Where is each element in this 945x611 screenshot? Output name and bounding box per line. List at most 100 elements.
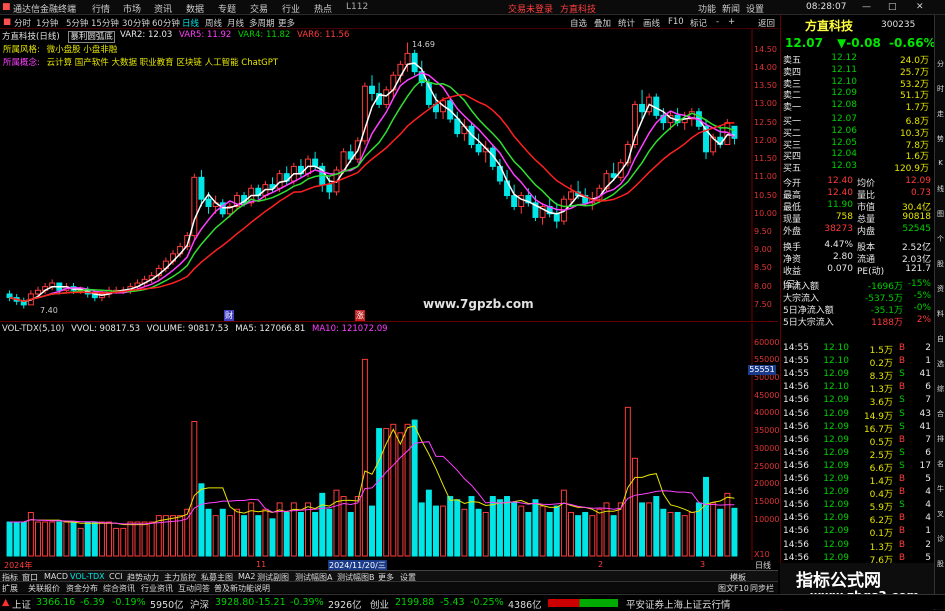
indicator-tab[interactable]: CCI: [109, 572, 123, 581]
sidebar-tab[interactable]: 线: [936, 184, 945, 194]
tick-row[interactable]: 14:56 12.09 14.9万 S 43: [781, 409, 935, 422]
volume-chart[interactable]: VOL-TDX(5,10) VVOL: 90817.53 VOLUME: 908…: [0, 323, 779, 560]
menu-item[interactable]: 行情: [92, 2, 110, 15]
sidebar-tab[interactable]: 选: [936, 359, 945, 369]
info-tab[interactable]: 互动问答: [178, 583, 210, 594]
tick-row[interactable]: 14:55 12.10 0.2万 B 1: [781, 356, 935, 369]
style-value[interactable]: 微小盘股 小盘非融: [47, 45, 118, 55]
tick-row[interactable]: 14:56 12.09 2.5万 S 6: [781, 448, 935, 461]
menu-item[interactable]: 交易: [250, 2, 268, 15]
sync-button[interactable]: 同步栏: [750, 583, 774, 594]
period-tab-active[interactable]: 日线: [182, 17, 199, 29]
toolbar-button[interactable]: 统计: [618, 17, 635, 29]
stat2-row[interactable]: 净资 2.80 流通 2.03亿: [781, 252, 935, 265]
bid-row[interactable]: 买三 12.05 7.8万: [781, 138, 935, 151]
ask-row[interactable]: 卖四 12.11 25.7万: [781, 65, 935, 78]
sidebar-tab[interactable]: 综: [936, 384, 945, 394]
sidebar-tab[interactable]: 资: [936, 284, 945, 294]
tick-row[interactable]: 14:56 12.09 1.3万 B 2: [781, 540, 935, 553]
period-tab[interactable]: 1分钟: [36, 17, 58, 29]
ask-row[interactable]: 卖三 12.10 53.2万: [781, 77, 935, 90]
sidebar-tab[interactable]: 个: [936, 234, 945, 244]
sidebar-tab[interactable]: K: [936, 159, 945, 167]
bid-row[interactable]: 买四 12.04 1.6万: [781, 149, 935, 162]
close-icon[interactable]: ✕: [916, 2, 924, 12]
stat2-row[interactable]: 收益(三) 0.070 PE(动) 121.7: [781, 264, 935, 290]
period-tab[interactable]: 60分钟: [152, 17, 180, 29]
event-marker-finance[interactable]: 财: [224, 310, 234, 321]
stat-row[interactable]: 外盘 38273 内盘 52545: [781, 224, 935, 237]
flow-row[interactable]: 净流入额 -1696万 -15%: [781, 279, 935, 292]
period-tab[interactable]: 5分钟: [66, 17, 88, 29]
period-tab[interactable]: 分时: [14, 17, 31, 29]
info-tab[interactable]: 资金分布: [66, 583, 98, 594]
bid-row[interactable]: 买二 12.06 10.3万: [781, 126, 935, 139]
stat-row[interactable]: 最低 11.90 市值 30.4亿: [781, 200, 935, 213]
bid-row[interactable]: 买一 12.07 6.8万: [781, 114, 935, 127]
stat-row[interactable]: 今开 12.40 均价 12.09: [781, 176, 935, 189]
flow-row[interactable]: 5日净流入额 -35.1万 -0%: [781, 303, 935, 316]
menu-item[interactable]: 数据: [186, 2, 204, 15]
tick-row[interactable]: 14:56 12.09 1.4万 B 5: [781, 474, 935, 487]
sidebar-tab[interactable]: 排: [936, 434, 945, 444]
period-tab[interactable]: 月线: [227, 17, 244, 29]
f10-button[interactable]: 图文F10: [718, 583, 749, 594]
price-chart[interactable]: 方直科技(日线) 暴利圆弧底 VAR2: 12.03 VAR5: 11.92 V…: [0, 29, 778, 322]
bid-row[interactable]: 买五 12.03 120.9万: [781, 161, 935, 174]
menu-item[interactable]: 设置: [746, 2, 764, 15]
toolbar-button[interactable]: 标记: [690, 17, 707, 29]
concept-value[interactable]: 云计算 国产软件 大数据 职业教育 区块链 人工智能 ChatGPT: [47, 58, 278, 68]
sidebar-tab[interactable]: 自: [936, 334, 945, 344]
stat-row[interactable]: 现量 758 总量 90818: [781, 212, 935, 225]
sidebar-tab[interactable]: 合: [936, 409, 945, 419]
info-tab[interactable]: 行业资讯: [141, 583, 173, 594]
menu-item[interactable]: 专题: [218, 2, 236, 15]
indicator-name[interactable]: 暴利圆弧底: [68, 31, 115, 43]
toolbar-button[interactable]: 自选: [570, 17, 587, 29]
period-tab[interactable]: 多周期: [249, 17, 275, 29]
period-tab[interactable]: 15分钟: [91, 17, 119, 29]
tick-row[interactable]: 14:56 12.09 6.6万 S 17: [781, 461, 935, 474]
sidebar-tab[interactable]: 走: [936, 109, 945, 119]
tick-row[interactable]: 14:55 12.09 8.3万 S 41: [781, 369, 935, 382]
tick-row[interactable]: 14:55 12.10 1.5万 B 2: [781, 343, 935, 356]
ask-row[interactable]: 卖五 12.12 24.0万: [781, 53, 935, 66]
sidebar-tab[interactable]: 股: [936, 559, 945, 569]
menu-item[interactable]: 功能: [698, 2, 716, 15]
tick-row[interactable]: 14:56 12.09 6.2万 B 4: [781, 513, 935, 526]
sidebar-tab[interactable]: 势: [936, 134, 945, 144]
event-marker-limit-up[interactable]: 涨: [355, 310, 365, 321]
toolbar-button[interactable]: 画线: [643, 17, 660, 29]
info-tab[interactable]: 扩展: [2, 583, 18, 594]
sidebar-tab[interactable]: 诊: [936, 534, 945, 544]
sidebar-tab[interactable]: 料: [936, 309, 945, 319]
info-tab[interactable]: 普及新功能说明: [214, 583, 270, 594]
stat2-row[interactable]: 换手 4.47% 股本 2.52亿: [781, 240, 935, 253]
tick-row[interactable]: 14:56 12.09 0.1万 B 1: [781, 526, 935, 539]
maximize-icon[interactable]: □: [888, 2, 897, 12]
tick-row[interactable]: 14:56 12.09 0.5万 B 7: [781, 435, 935, 448]
flow-row[interactable]: 5日大宗流入 1188万 2%: [781, 315, 935, 328]
period-tab[interactable]: 30分钟: [122, 17, 150, 29]
tick-row[interactable]: 14:56 12.10 1.3万 B 6: [781, 382, 935, 395]
stat-row[interactable]: 最高 12.40 量比 0.73: [781, 188, 935, 201]
period-tab[interactable]: 周线: [205, 17, 222, 29]
menu-item[interactable]: 热点: [314, 2, 332, 15]
menu-item[interactable]: L112: [346, 2, 368, 12]
info-tab[interactable]: 关联报价: [28, 583, 60, 594]
ask-row[interactable]: 卖二 12.09 51.1万: [781, 88, 935, 101]
back-button[interactable]: 返回: [758, 17, 775, 29]
menu-item[interactable]: 市场: [123, 2, 141, 15]
sidebar-tab[interactable]: 分: [936, 59, 945, 69]
sidebar-tab[interactable]: 名: [936, 459, 945, 469]
volume-title[interactable]: VOL-TDX(5,10): [2, 324, 64, 334]
minimize-icon[interactable]: —: [862, 2, 871, 12]
sidebar-tab[interactable]: 图: [936, 209, 945, 219]
indicator-tab[interactable]: MA2: [238, 572, 255, 581]
tick-row[interactable]: 14:56 12.09 0.4万 B 4: [781, 487, 935, 500]
menu-item[interactable]: 行业: [282, 2, 300, 15]
ask-row[interactable]: 卖一 12.08 1.7万: [781, 100, 935, 113]
tick-row[interactable]: 14:56 12.09 3.6万 S 7: [781, 395, 935, 408]
trade-login-status[interactable]: 交易未登录: [508, 2, 553, 15]
flow-row[interactable]: 大宗流入 -537.5万 -5%: [781, 291, 935, 304]
